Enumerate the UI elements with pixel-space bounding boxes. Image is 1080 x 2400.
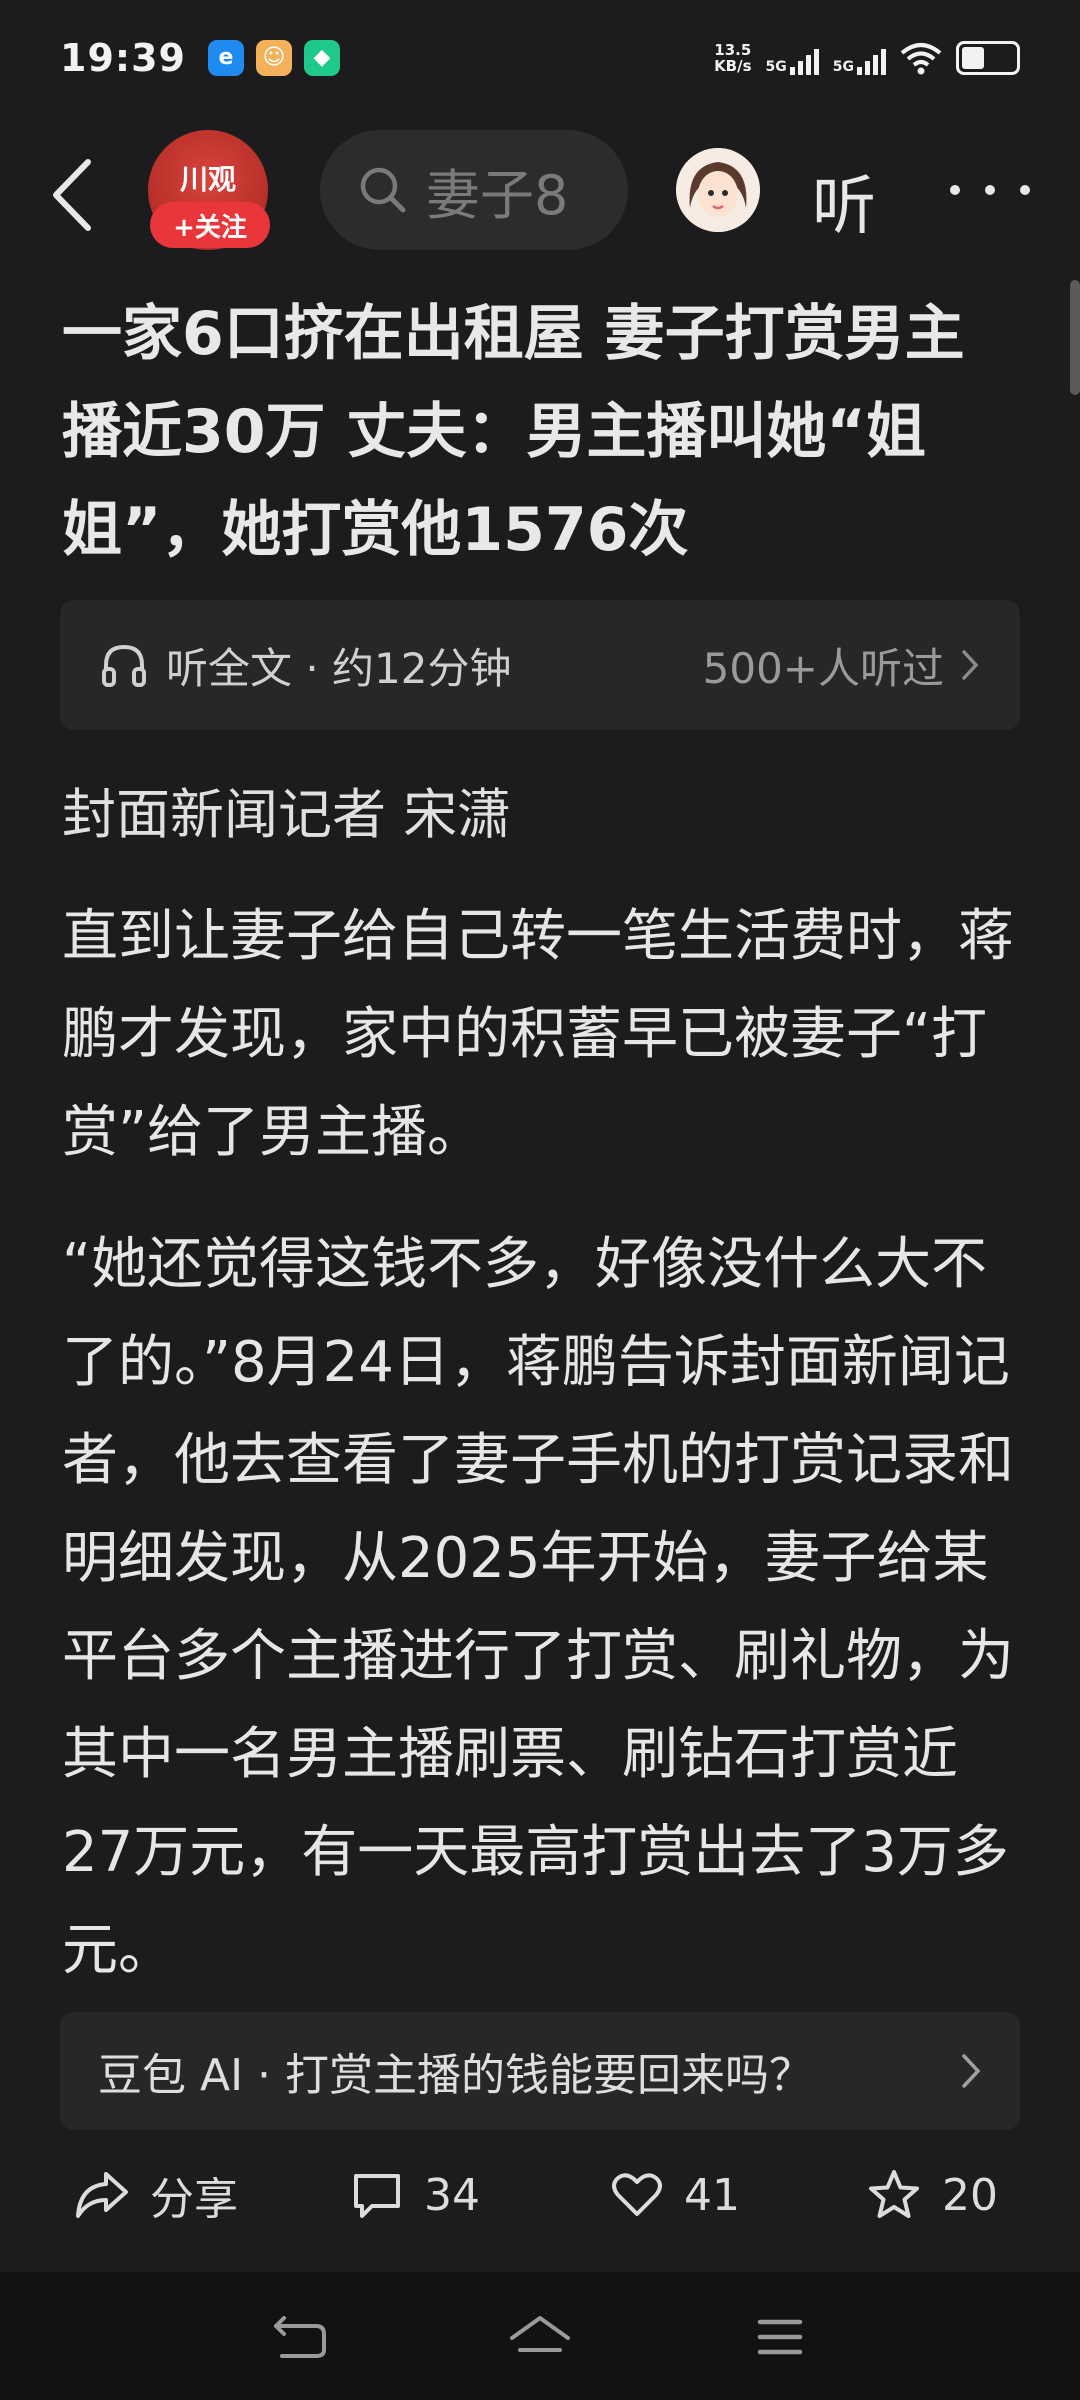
comment-icon (354, 2174, 400, 2218)
system-home-icon (510, 2316, 570, 2352)
top-nav: 川观 +关注 妻子8 听 (0, 130, 1080, 250)
channel-avatar-group[interactable]: 川观 +关注 (148, 130, 272, 254)
article-paragraph: 直到让妻子给自己转一笔生活费时，蒋鹏才发现，家中的积蓄早已被妻子“打赏”给了男主… (62, 904, 1014, 1165)
favorite-button[interactable]: 20 (866, 2168, 998, 2222)
system-home-button[interactable] (508, 2312, 570, 2362)
share-button[interactable]: 分享 (74, 2163, 238, 2227)
status-app-icons: e ☺ ◆ (207, 39, 340, 76)
channel-name: 川观 (179, 163, 236, 196)
more-icon (950, 185, 960, 195)
browser-app-icon: e (207, 39, 244, 76)
chat-app-icon: ☺ (255, 39, 292, 76)
back-button[interactable] (50, 155, 110, 235)
article-paragraph: “她还觉得这钱不多，好像没什么大不了的。”8月24日，蒋鹏告诉封面新闻记者，他去… (62, 1232, 1014, 1983)
listen-label: 听全文 · 约12分钟 (166, 643, 512, 693)
chevron-right-icon (962, 2054, 981, 2088)
favorite-count: 20 (942, 2169, 998, 2221)
status-bar: 19:39 e ☺ ◆ 13.5 KB/s 5G 5G (0, 0, 1080, 115)
chevron-right-icon (962, 650, 979, 680)
ai-question-text: 豆包 AI · 打赏主播的钱能要回来吗？ (98, 2050, 814, 2101)
back-icon (53, 159, 91, 231)
listen-button[interactable]: 听 (812, 155, 876, 247)
system-nav-bar (0, 2272, 1080, 2400)
search-icon (360, 167, 406, 213)
network-speed: 13.5 KB/s (714, 40, 752, 75)
listen-count: 500+人听过 (702, 643, 944, 693)
scrollbar[interactable] (1070, 280, 1080, 395)
system-back-icon (274, 2316, 326, 2358)
system-menu-button[interactable] (752, 2312, 812, 2362)
heart-icon (612, 2173, 662, 2216)
battery-icon (956, 40, 1020, 75)
headphones-icon (102, 644, 146, 687)
signal-1-icon: 5G (766, 41, 819, 75)
user-avatar[interactable] (676, 148, 760, 232)
article-byline: 封面新闻记者 宋潇 (62, 783, 512, 846)
like-button[interactable]: 41 (610, 2170, 740, 2221)
user-avatar-image (676, 148, 760, 232)
search-placeholder: 妻子8 (426, 163, 569, 227)
wifi-icon (900, 42, 942, 74)
search-box[interactable]: 妻子8 (320, 130, 628, 250)
system-back-button[interactable] (270, 2312, 330, 2362)
ai-question-bar[interactable]: 豆包 AI · 打赏主播的钱能要回来吗？ (60, 2012, 1020, 2130)
gem-app-icon: ◆ (303, 39, 340, 76)
more-button[interactable] (950, 160, 1030, 220)
comment-count: 34 (424, 2169, 480, 2221)
system-menu-icon (757, 2319, 803, 2355)
listen-full-text-bar[interactable]: 听全文 · 约12分钟 500+人听过 (60, 600, 1020, 730)
like-count: 41 (684, 2169, 740, 2221)
article-title: 一家6口挤在出租屋 妻子打赏男主播近30万 丈夫：男主播叫她“姐姐”，她打赏他1… (62, 299, 965, 565)
signal-2-icon: 5G (833, 41, 886, 75)
follow-button[interactable]: +关注 (150, 202, 270, 248)
share-label: 分享 (150, 2174, 238, 2225)
share-icon (76, 2172, 128, 2218)
comment-button[interactable]: 34 (350, 2170, 480, 2221)
star-icon (869, 2170, 919, 2218)
status-time: 19:39 (60, 35, 186, 80)
article-action-bar: 分享 34 41 20 (0, 2140, 1080, 2250)
